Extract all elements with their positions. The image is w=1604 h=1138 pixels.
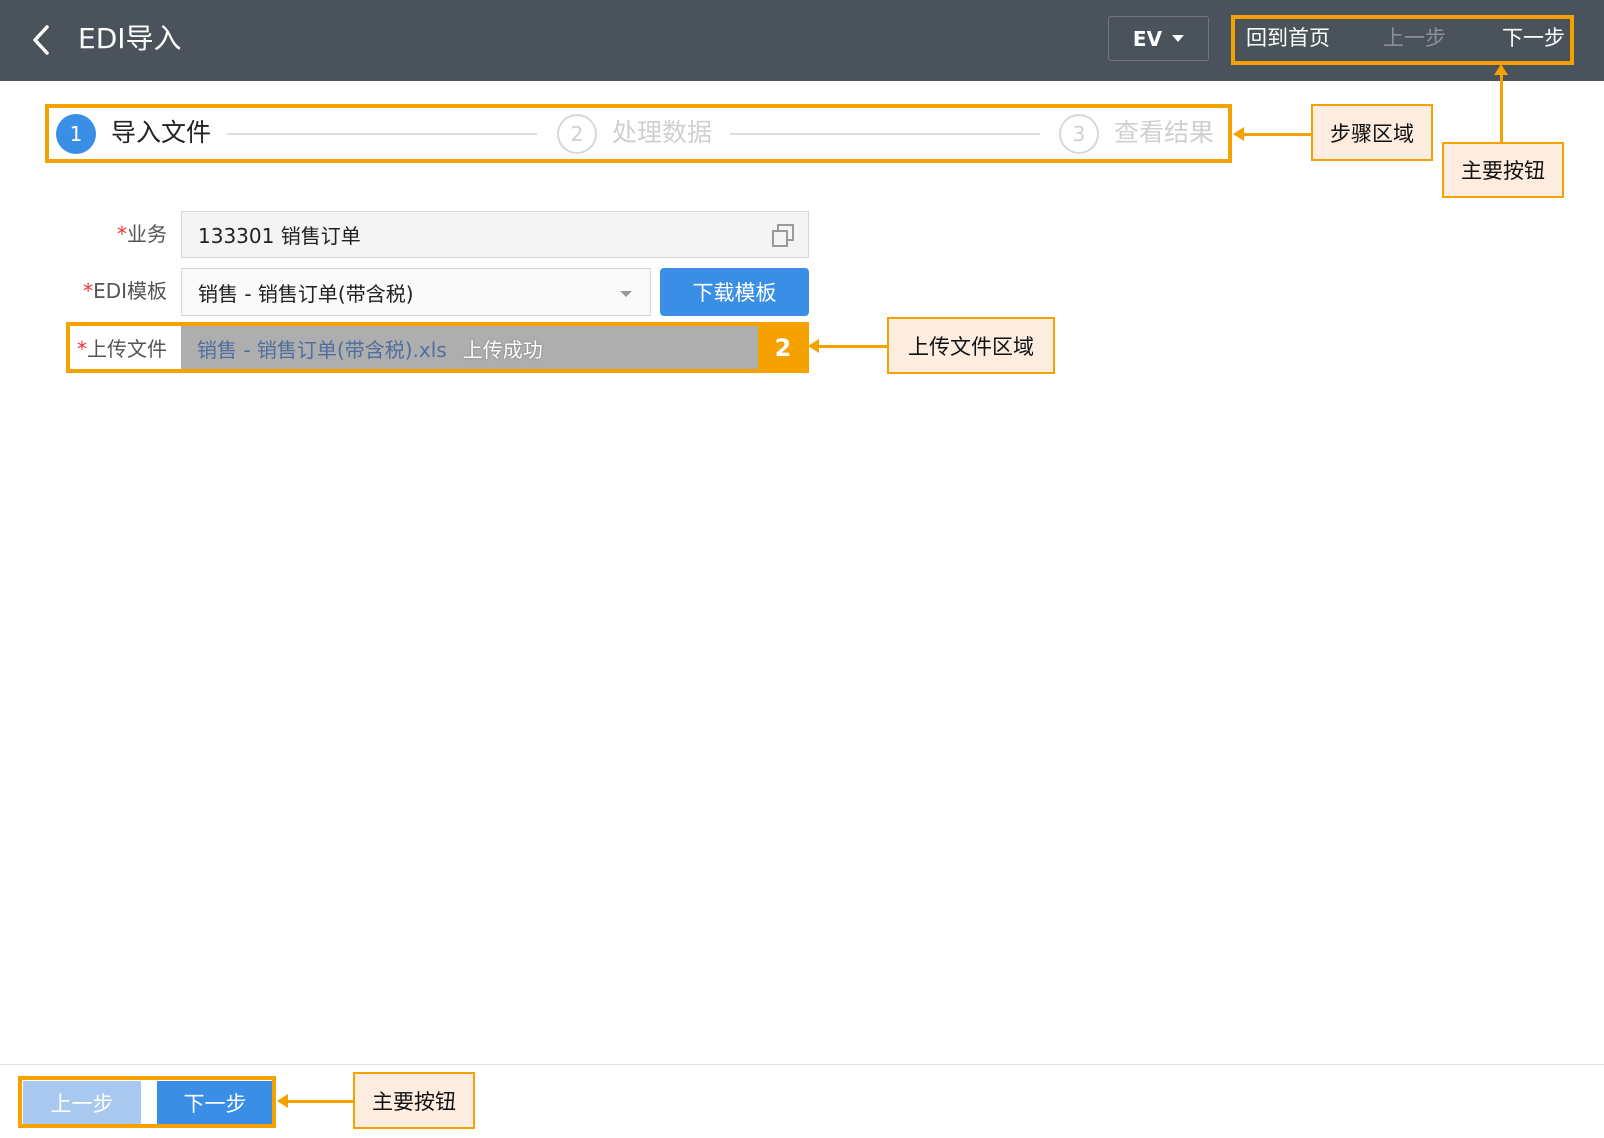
business-field[interactable]: 133301 销售订单 — [181, 211, 809, 258]
upload-area-callout: 上传文件区域 — [887, 317, 1055, 374]
steps-area-callout: 步骤区域 — [1311, 104, 1433, 161]
business-value: 133301 销售订单 — [198, 224, 361, 248]
language-value: EV — [1132, 26, 1163, 51]
main-buttons-top-callout: 主要按钮 — [1442, 142, 1564, 198]
page-title: EDI导入 — [78, 22, 182, 55]
back-button[interactable] — [26, 22, 56, 58]
main-buttons-bottom-callout: 主要按钮 — [353, 1072, 475, 1129]
upload-area-frame — [66, 322, 809, 373]
arrow-up-icon — [1494, 64, 1508, 75]
download-template-button[interactable]: 下载模板 — [660, 268, 809, 316]
business-label: *业务 — [117, 222, 167, 246]
steps-area-frame — [45, 104, 1232, 163]
template-label: *EDI模板 — [83, 279, 167, 303]
main-buttons-bottom-connector — [287, 1100, 354, 1103]
language-select[interactable]: EV — [1108, 16, 1209, 61]
template-value: 销售 - 销售订单(带含税) — [198, 281, 414, 306]
arrow-left-icon — [1233, 127, 1244, 141]
arrow-left-icon — [808, 339, 819, 353]
template-select[interactable]: 销售 - 销售订单(带含税) — [181, 268, 651, 316]
footer-divider — [0, 1064, 1604, 1065]
copy-icon[interactable] — [770, 223, 796, 249]
upload-area-connector — [818, 345, 888, 348]
caret-down-icon — [1172, 35, 1185, 42]
chevron-left-icon — [33, 25, 49, 55]
arrow-left-icon — [277, 1094, 288, 1108]
main-buttons-top-connector — [1500, 72, 1503, 142]
caret-down-icon — [620, 291, 632, 297]
main-buttons-bottom-frame — [18, 1076, 276, 1128]
steps-area-connector — [1243, 133, 1311, 136]
main-buttons-top-frame — [1231, 15, 1574, 65]
